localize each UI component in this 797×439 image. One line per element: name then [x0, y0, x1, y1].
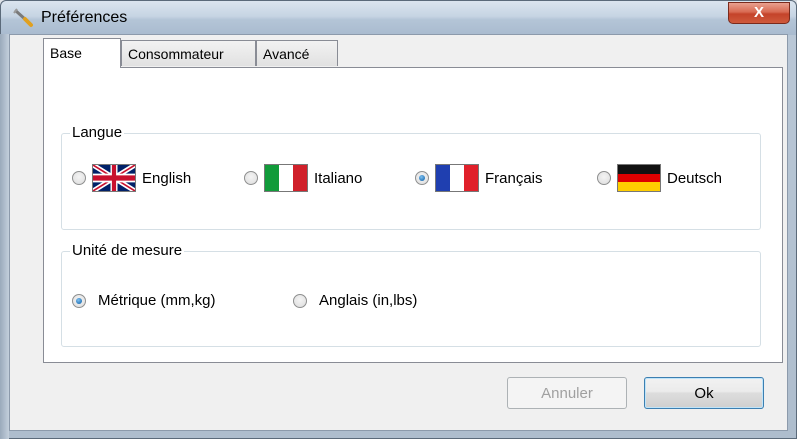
radio-metrique[interactable]: Métrique (mm,kg): [72, 292, 216, 309]
radio-italiano[interactable]: Italiano: [244, 164, 362, 192]
radio-anglais[interactable]: Anglais (in,lbs): [293, 292, 417, 309]
title-bar[interactable]: Préférences X: [1, 1, 796, 35]
close-button[interactable]: X: [728, 2, 790, 24]
radio-button[interactable]: [293, 293, 307, 308]
window-title: Préférences: [41, 9, 128, 26]
unite-legend: Unité de mesure: [70, 242, 185, 259]
radio-button[interactable]: [72, 293, 86, 308]
cancel-button[interactable]: Annuler: [507, 377, 627, 409]
radio-english[interactable]: English: [72, 164, 191, 192]
langue-legend: Langue: [70, 124, 125, 141]
italy-flag-icon: [264, 164, 308, 192]
tab-label: Consommateur: [128, 46, 224, 62]
uk-flag-icon: [92, 164, 136, 192]
france-flag-icon: [435, 164, 479, 192]
radio-button[interactable]: [72, 171, 86, 185]
radio-deutsch[interactable]: Deutsch: [597, 164, 722, 192]
radio-francais[interactable]: Français: [415, 164, 543, 192]
ok-button[interactable]: Ok: [644, 377, 764, 409]
radio-button[interactable]: [597, 171, 611, 185]
close-icon: X: [753, 4, 764, 21]
radio-label: Anglais (in,lbs): [319, 292, 418, 309]
tab-base[interactable]: Base: [43, 38, 121, 68]
tab-label: Avancé: [263, 46, 310, 62]
germany-flag-icon: [617, 164, 661, 192]
radio-label: English: [142, 169, 192, 187]
unite-group: Unité de mesure Métrique (mm,kg) Anglais…: [61, 242, 761, 347]
radio-label: Deutsch: [667, 169, 723, 187]
window-border: [0, 34, 9, 439]
radio-button[interactable]: [244, 171, 258, 185]
langue-group: Langue English Italiano Français Deutsch: [61, 124, 761, 230]
wrench-icon: [13, 8, 33, 27]
radio-label: Italiano: [314, 169, 363, 187]
radio-label: Français: [485, 169, 543, 187]
tab-avance[interactable]: Avancé: [256, 40, 338, 66]
radio-button[interactable]: [415, 171, 429, 185]
radio-label: Métrique (mm,kg): [98, 292, 216, 309]
tab-consommateur[interactable]: Consommateur: [121, 40, 256, 66]
tab-panel-base: Langue English Italiano Français Deutsch…: [43, 67, 783, 363]
tab-label: Base: [50, 45, 82, 61]
